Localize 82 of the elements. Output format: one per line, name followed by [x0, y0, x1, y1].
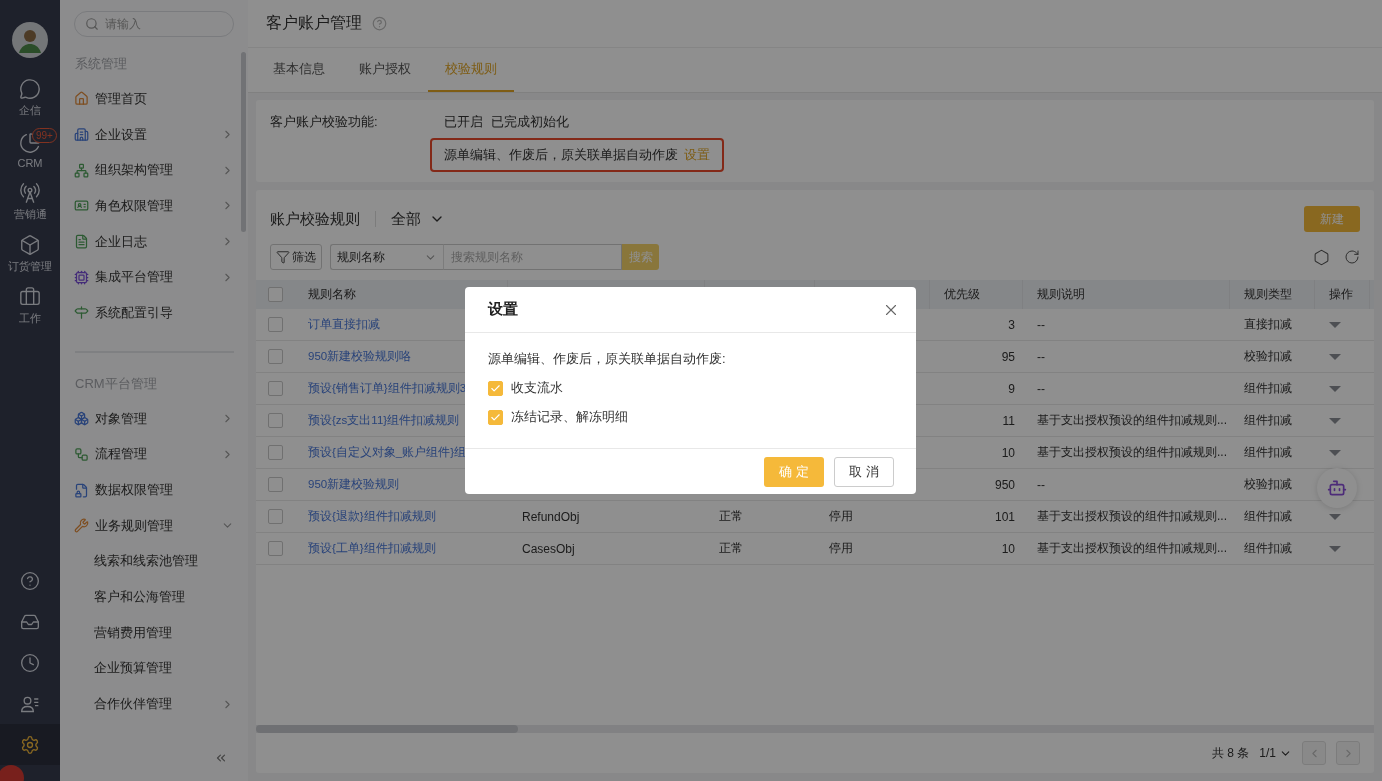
- sidebar-item[interactable]: 数据权限管理: [74, 472, 234, 508]
- sidebar-item[interactable]: 营销费用管理: [74, 614, 234, 651]
- table-cell: 组件扣减: [1244, 380, 1292, 397]
- table-cell: 正常: [719, 540, 743, 557]
- table-cell: 950: [994, 477, 1015, 492]
- rule-name-link[interactable]: 预设{退款}组件扣减规则: [308, 509, 436, 524]
- tab[interactable]: 账户授权: [342, 48, 428, 92]
- sidebar-item[interactable]: 管理首页: [74, 81, 234, 117]
- tab[interactable]: 基本信息: [256, 48, 342, 92]
- section-title: 账户校验规则: [270, 209, 360, 229]
- dialog-prompt: 源单编辑、作废后，原关联单据自动作废:: [488, 350, 727, 368]
- column-header: 规则类型: [1244, 286, 1292, 303]
- sidebar-item[interactable]: 合作伙伴管理: [74, 686, 234, 722]
- status-text: 已完成初始化: [491, 113, 569, 131]
- table-cell: 停用: [829, 540, 853, 557]
- rail-item[interactable]: 营销通: [0, 176, 60, 228]
- sidebar-item[interactable]: 流程管理: [74, 436, 234, 473]
- cancel-button[interactable]: 取 消: [834, 456, 894, 487]
- sidebar-item[interactable]: 企业预算管理: [74, 650, 234, 687]
- count-badge: 99+: [32, 128, 57, 143]
- sidebar-item[interactable]: 业务规则管理: [74, 507, 234, 544]
- table-cell: 3: [1008, 317, 1015, 332]
- table-cell: 组件扣减: [1244, 444, 1292, 461]
- field-select[interactable]: 规则名称: [330, 244, 443, 270]
- rule-name-link[interactable]: 950新建校验规则咯: [308, 349, 412, 364]
- sidebar-item[interactable]: 集成平台管理: [74, 259, 234, 296]
- table-cell: 10: [1001, 541, 1015, 556]
- sidebar-item[interactable]: 线索和线索池管理: [74, 543, 234, 580]
- table-cell: 95: [1001, 349, 1015, 364]
- rule-name-link[interactable]: 预设{zs支出11}组件扣减规则: [308, 413, 460, 428]
- sidebar-item[interactable]: 企业设置: [74, 116, 234, 153]
- setting-text: 源单编辑、作废后，原关联单据自动作废: [444, 146, 678, 164]
- table-cell: 校验扣减: [1244, 348, 1292, 365]
- table-cell: RefundObj: [522, 509, 580, 524]
- total-count: 共 8 条: [1211, 744, 1250, 762]
- column-header: 操作: [1329, 286, 1353, 303]
- table-cell: 101: [994, 509, 1015, 524]
- table-cell: --: [1037, 477, 1045, 492]
- rail-item[interactable]: 订货管理: [0, 228, 60, 280]
- column-header: 优先级: [944, 286, 980, 303]
- table-cell: 停用: [829, 508, 853, 525]
- rail-item[interactable]: CRM 99+: [0, 124, 60, 176]
- option-label: 收支流水: [511, 379, 563, 397]
- table-cell: 基于支出授权预设的组件扣减规则...: [1037, 412, 1227, 429]
- status-text: 已开启: [444, 113, 483, 131]
- table-cell: 11: [1002, 413, 1015, 428]
- table-cell: 10: [1001, 445, 1015, 460]
- column-header: 规则名称: [308, 286, 356, 303]
- scope-dropdown[interactable]: 全部: [391, 209, 445, 229]
- rule-name-link[interactable]: 预设{自定义对象_账户组件}组: [308, 445, 467, 460]
- table-cell: 组件扣减: [1244, 508, 1292, 525]
- table-cell: 组件扣减: [1244, 412, 1292, 429]
- table-cell: --: [1037, 349, 1045, 364]
- table-cell: 基于支出授权预设的组件扣减规则...: [1037, 540, 1227, 557]
- rail-item[interactable]: 企信: [0, 72, 60, 124]
- table-cell: 直接扣减: [1244, 316, 1292, 333]
- dialog-title: 设置: [488, 300, 518, 319]
- rule-name-link[interactable]: 订单直接扣减: [308, 317, 380, 332]
- rail-item[interactable]: 工作: [0, 280, 60, 332]
- table-cell: 校验扣减: [1244, 476, 1292, 493]
- table-cell: 基于支出授权预设的组件扣减规则...: [1037, 508, 1227, 525]
- rule-name-link[interactable]: 预设{工单}组件扣减规则: [308, 541, 436, 556]
- table-cell: 正常: [719, 508, 743, 525]
- sidebar-item[interactable]: 系统配置引导: [74, 295, 234, 331]
- table-cell: CasesObj: [522, 541, 575, 556]
- sidebar-item[interactable]: 客户和公海管理: [74, 579, 234, 615]
- option-label: 冻结记录、解冻明细: [511, 408, 628, 426]
- table-cell: 组件扣减: [1244, 540, 1292, 557]
- page-title: 客户账户管理: [266, 13, 362, 33]
- table-cell: 9: [1008, 381, 1015, 396]
- table-cell: --: [1037, 381, 1045, 396]
- sidebar-item[interactable]: 企业日志: [74, 223, 234, 260]
- sidebar-item[interactable]: 组织架构管理: [74, 152, 234, 189]
- sidebar-item[interactable]: 角色权限管理: [74, 188, 234, 224]
- column-header: 规则说明: [1037, 286, 1085, 303]
- sidebar-item[interactable]: 对象管理: [74, 400, 234, 437]
- table-cell: 基于支出授权预设的组件扣减规则...: [1037, 444, 1227, 461]
- rule-name-link[interactable]: 950新建校验规则: [308, 477, 400, 492]
- page-select[interactable]: 1/1: [1259, 746, 1292, 760]
- filter-button[interactable]: 筛选: [270, 244, 322, 270]
- field-label: 客户账户校验功能:: [270, 113, 379, 131]
- table-cell: --: [1037, 317, 1045, 332]
